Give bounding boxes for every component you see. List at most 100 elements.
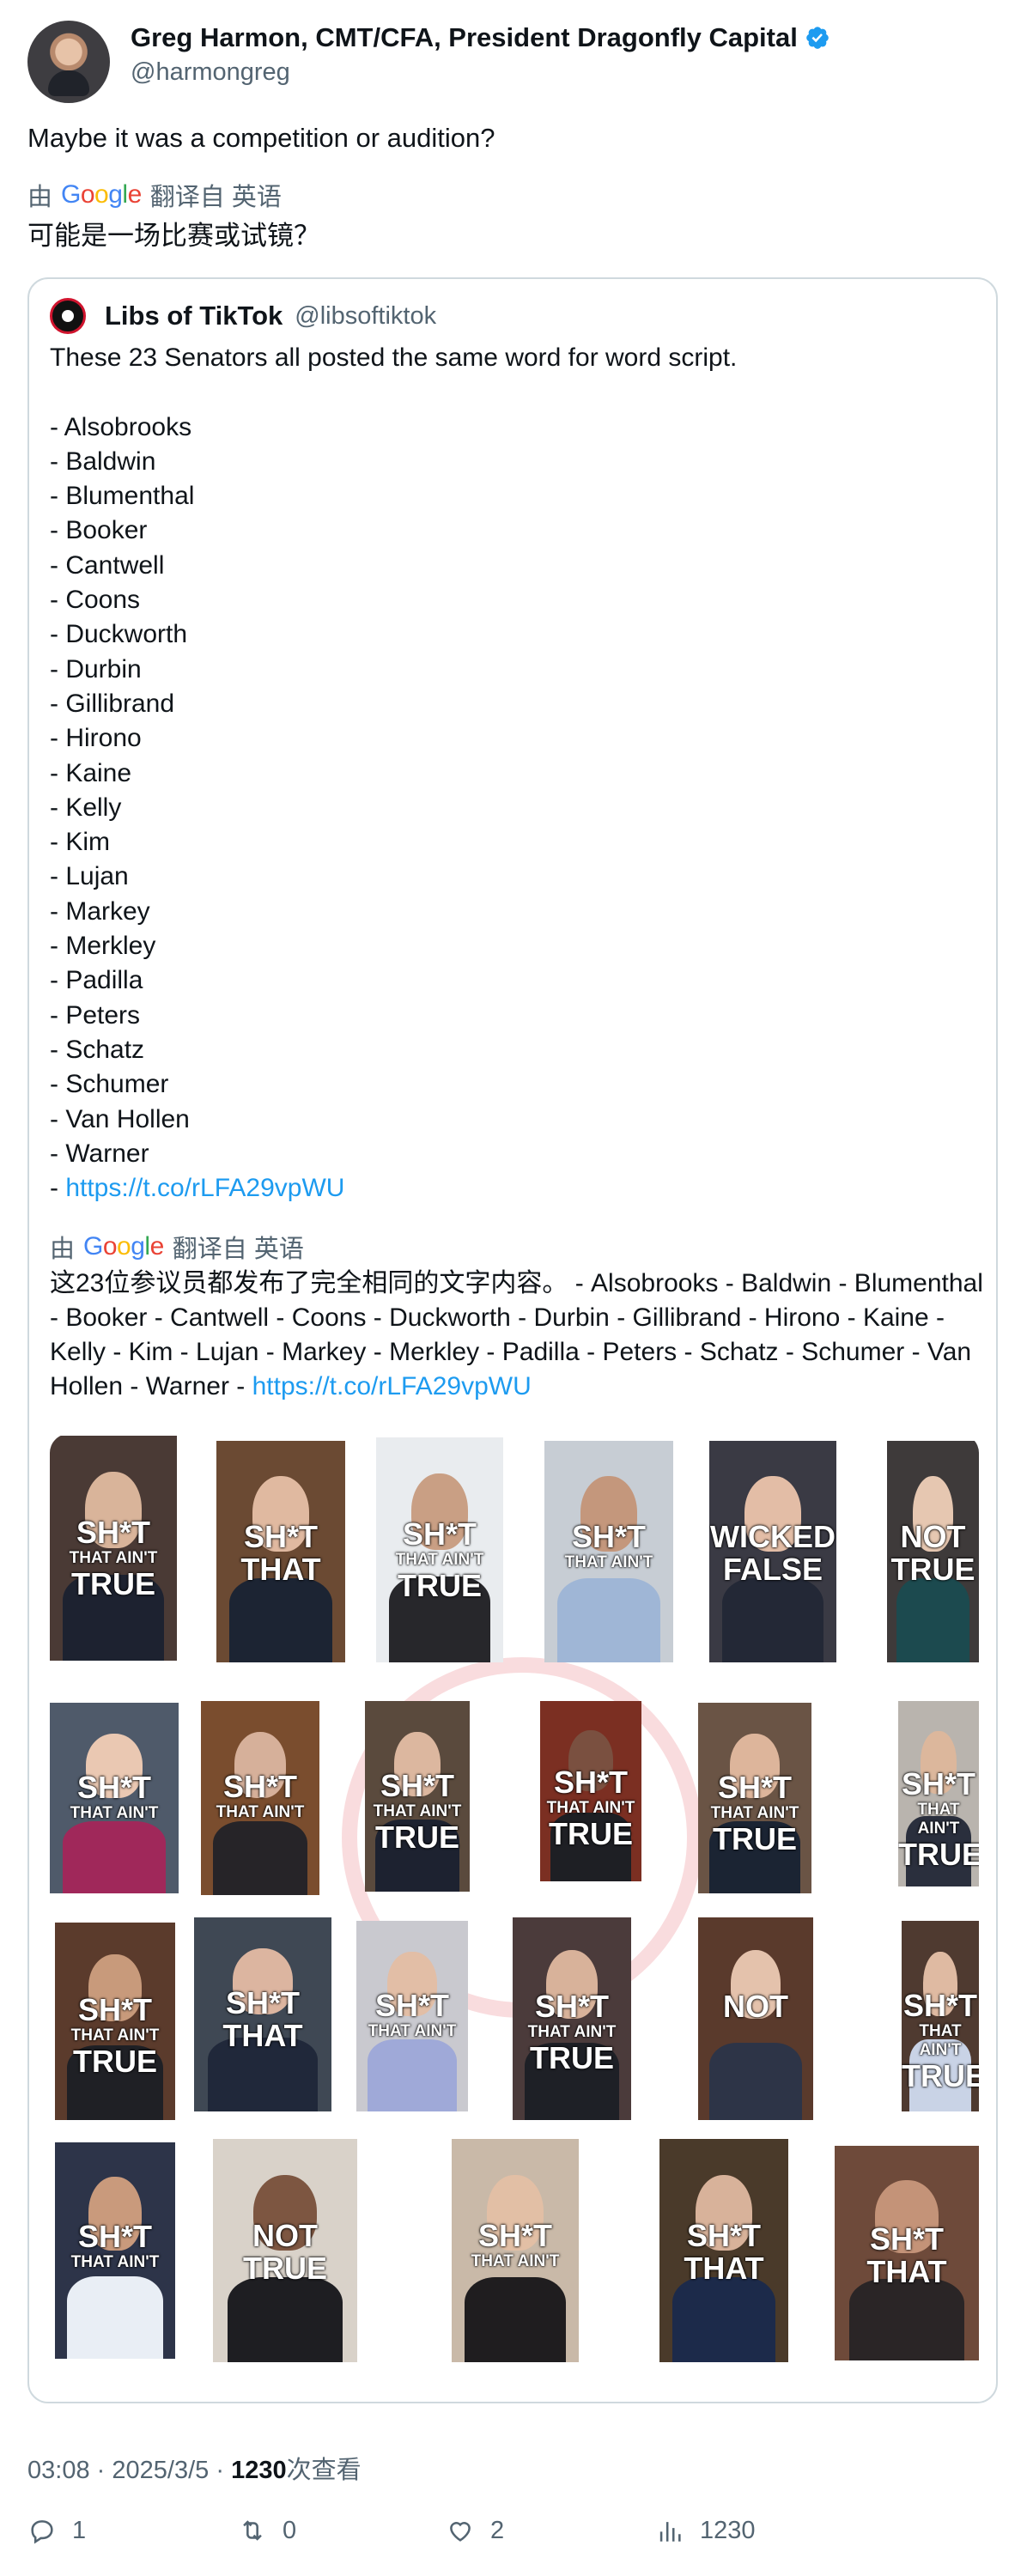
thumbnail-caption: SH*T THAT AIN'T — [452, 2219, 579, 2271]
senator-list-item: - Van Hollen — [50, 1104, 190, 1133]
senator-list-item: - Duckworth — [50, 620, 188, 649]
views-button[interactable]: 1230 — [655, 2516, 756, 2545]
caption-line: THAT AIN'T — [710, 1803, 799, 1822]
caption-line: THAT AIN'T — [919, 2021, 962, 2059]
thumbnail-caption: SH*T THAT AIN'T TRUE — [902, 1989, 979, 2093]
caption-line: SH*T — [553, 1764, 628, 1800]
quoted-avatar[interactable] — [50, 298, 86, 334]
media-collage-image[interactable]: SH*T THAT AIN'T TRUE SH*T THAT SH*T THAT AIN'T… — [50, 1434, 979, 2390]
retweet-button[interactable]: 0 — [238, 2516, 296, 2545]
senator-video-thumbnail: NOT TRUE — [887, 1441, 979, 1662]
thumbnail-caption: SH*T THAT AIN'T — [55, 2220, 175, 2272]
translation-attribution[interactable]: 由 Google 翻译自 英语 — [27, 177, 282, 213]
senator-list-item: - Coons — [50, 586, 141, 615]
caption-line: SH*T — [76, 1769, 151, 1805]
thumbnail-caption: SH*T THAT AIN'T TRUE — [513, 1990, 631, 2075]
caption-line: THAT AIN'T — [70, 2026, 160, 2044]
post-date[interactable]: 2025/3/5 — [112, 2457, 209, 2484]
caption-line: SH*T — [901, 1765, 975, 1801]
senator-list-item: - Schatz — [50, 1035, 145, 1064]
caption-line: FALSE — [722, 1551, 823, 1587]
suit-shape — [227, 2277, 343, 2362]
like-button[interactable]: 2 — [446, 2516, 504, 2545]
suit-shape — [464, 2277, 567, 2362]
suit-shape — [709, 2043, 802, 2120]
caption-line: SH*T — [534, 1988, 609, 2024]
senator-video-thumbnail: SH*T THAT AIN'T TRUE — [50, 1436, 177, 1661]
thumbnail-caption: SH*T THAT — [216, 1520, 345, 1587]
caption-line: TRUE — [71, 1566, 155, 1602]
caption-line: SH*T — [869, 2221, 944, 2257]
caption-line: TRUE — [898, 1836, 979, 1872]
thumbnail-caption: SH*T THAT AIN'T TRUE — [898, 1765, 979, 1872]
link-line-prefix: - — [50, 1174, 66, 1203]
suit-shape — [212, 1821, 308, 1895]
suit-shape — [229, 1577, 332, 1662]
caption-line: THAT AIN'T — [373, 1801, 462, 1820]
google-logo: Google — [61, 180, 142, 209]
thumbnail-caption: WICKED FALSE — [709, 1518, 836, 1587]
senator-list-item: - Merkley — [50, 932, 156, 961]
caption-line: TRUE — [375, 1819, 459, 1855]
quoted-tweet[interactable]: Libs of TikTok @libsoftiktok These 23 Se… — [27, 277, 998, 2403]
meta-separator: · — [96, 2457, 106, 2484]
senator-list-item: - Kim — [50, 828, 110, 857]
senator-list-item: - Blumenthal — [50, 482, 195, 511]
google-logo: Google — [83, 1232, 164, 1261]
senator-list-item: - Peters — [50, 1000, 141, 1030]
quoted-author-handle[interactable]: @libsoftiktok — [295, 302, 436, 331]
quoted-link-line: - https://t.co/rLFA29vpWU — [50, 1171, 977, 1206]
caption-line: THAT AIN'T — [471, 2251, 560, 2270]
thumbnail-caption: SH*T THAT AIN'T TRUE — [50, 1516, 177, 1601]
senator-video-thumbnail: SH*T THAT AIN'T TRUE — [376, 1437, 503, 1662]
caption-line: NOT — [900, 1518, 966, 1554]
caption-line: THAT — [240, 1551, 321, 1587]
reply-button[interactable]: 1 — [27, 2516, 86, 2545]
quoted-translation-attribution[interactable]: 由 Google 翻译自 英语 — [50, 1229, 304, 1265]
caption-line: THAT AIN'T — [564, 1552, 653, 1571]
caption-line: SH*T — [76, 1515, 150, 1551]
caption-line: THAT — [866, 2254, 947, 2289]
quoted-author-name[interactable]: Libs of TikTok — [105, 301, 283, 331]
caption-line: THAT AIN'T — [917, 1800, 960, 1838]
senator-list-item: - Durbin — [50, 654, 142, 683]
translate-prefix: 由 — [50, 1236, 76, 1263]
caption-line: THAT AIN'T — [70, 1803, 159, 1822]
like-count: 2 — [490, 2516, 505, 2544]
translate-prefix: 由 — [27, 184, 53, 211]
senator-video-thumbnail: SH*T THAT AIN'T TRUE — [55, 1923, 175, 2120]
caption-line: SH*T — [222, 1769, 297, 1805]
post-time[interactable]: 03:08 — [27, 2457, 90, 2484]
author-name[interactable]: Greg Harmon, CMT/CFA, President Dragonfl… — [131, 22, 798, 53]
caption-line: SH*T — [380, 1767, 454, 1803]
senator-list-item: - Schumer — [50, 1070, 169, 1099]
senator-video-thumbnail: SH*T THAT AIN'T — [55, 2142, 175, 2359]
caption-line: TRUE — [713, 1820, 797, 1856]
senator-video-thumbnail: SH*T THAT AIN'T — [201, 1701, 319, 1895]
post-text: Maybe it was a competition or audition? — [27, 123, 495, 153]
caption-line: WICKED — [710, 1518, 836, 1554]
senator-list-item: - Kaine — [50, 758, 132, 787]
caption-line: THAT AIN'T — [70, 2252, 160, 2271]
quoted-tweet-header: Libs of TikTok @libsoftiktok — [50, 298, 436, 334]
caption-line: SH*T — [571, 1518, 646, 1554]
senator-list-item: - Booker — [50, 516, 148, 545]
thumbnail-caption: SH*T THAT AIN'T — [544, 1518, 673, 1572]
reply-icon — [31, 2520, 53, 2544]
translated-post-text: 可能是一场比赛或试镜？ — [27, 221, 320, 251]
quoted-translated-link[interactable]: https://t.co/rLFA29vpWU — [252, 1372, 532, 1400]
caption-line: THAT — [684, 2250, 764, 2286]
senator-list-item: - Padilla — [50, 966, 143, 995]
quoted-link[interactable]: https://t.co/rLFA29vpWU — [65, 1174, 344, 1202]
suit-shape — [848, 2279, 965, 2360]
suit-shape — [672, 2277, 775, 2362]
quoted-translated-text: 这23位参议员都发布了完全相同的文字内容。 - Alsobrooks - Bal… — [50, 1267, 986, 1404]
caption-line: TRUE — [549, 1815, 633, 1851]
author-handle[interactable]: @harmongreg — [131, 58, 290, 87]
verified-badge-icon — [806, 27, 829, 49]
avatar[interactable] — [27, 21, 110, 103]
thumbnail-caption: SH*T THAT AIN'T — [356, 1989, 468, 2041]
suit-shape — [368, 2038, 457, 2111]
post-meta: 03:08 · 2025/3/5 · 1230次查看 — [27, 2450, 362, 2486]
suit-shape — [557, 1577, 660, 1662]
